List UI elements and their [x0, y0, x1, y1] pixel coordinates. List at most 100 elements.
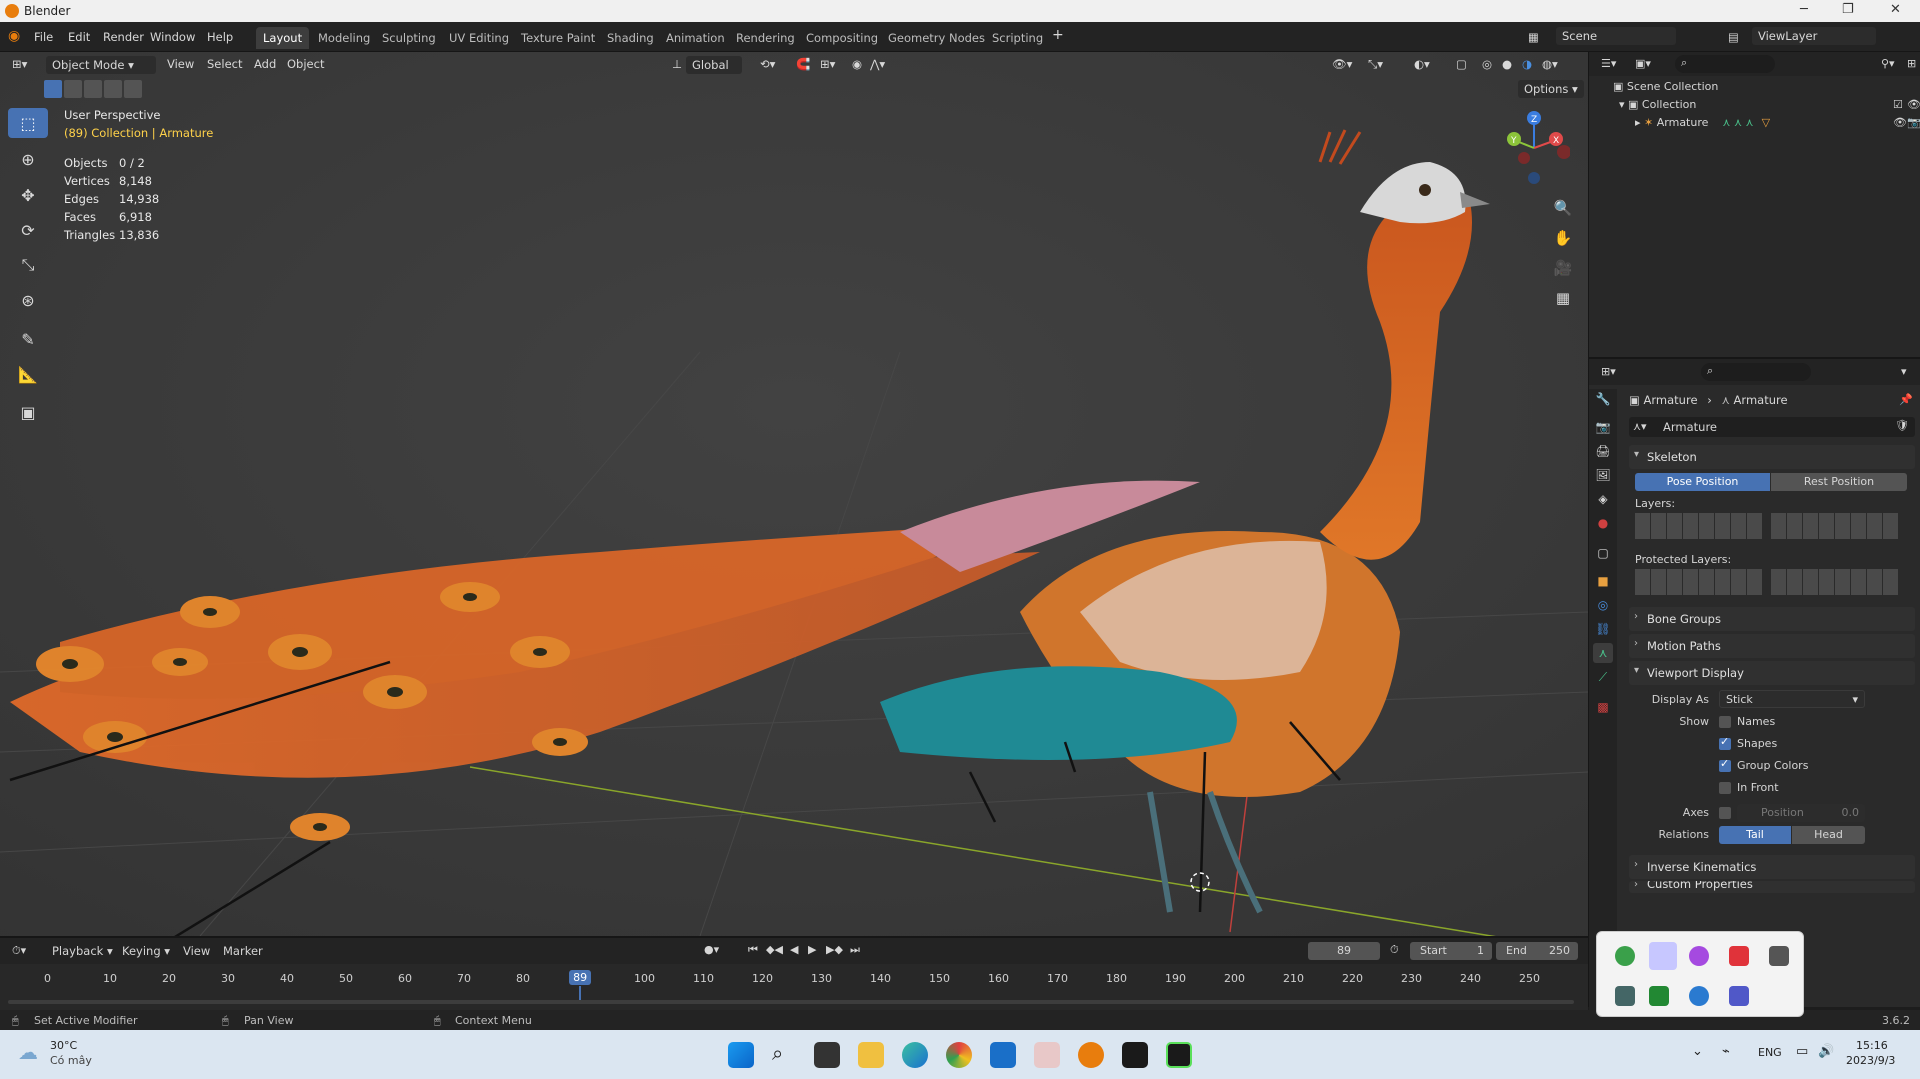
inverse-kinematics-panel-header[interactable]: › Inverse Kinematics [1629, 855, 1915, 879]
camera-view-icon[interactable]: 🎥 [1551, 256, 1575, 280]
outliner-editor-icon[interactable]: ☰▾ [1601, 57, 1616, 70]
3d-viewport[interactable]: ⬚ ⊕ ✥ ⟳ ⤡ ⊛ ✎ 📐 ▣ User Perspective (89) … [0, 52, 1588, 936]
timeline-ruler[interactable]: 0 10 20 30 40 50 60 70 80 89 100 110 120 130 140 150 160… [0, 938, 1588, 1002]
collection-tab-icon[interactable]: ▢ [1593, 543, 1613, 563]
menu-edit[interactable]: Edit [68, 30, 90, 44]
menu-help[interactable]: Help [207, 30, 233, 44]
outliner-collection[interactable]: ▾ ▣ Collection [1619, 98, 1696, 111]
tab-layout[interactable]: Layout [256, 27, 310, 49]
shading-wireframe-icon[interactable]: ◎ [1482, 57, 1492, 71]
axes-checkbox[interactable] [1719, 807, 1731, 819]
search-icon[interactable]: ⌕ [772, 1041, 783, 1065]
bone-tab-icon[interactable]: ⟋ [1593, 667, 1613, 687]
orientation-dropdown[interactable]: Global [686, 56, 742, 74]
menu-render[interactable]: Render [103, 30, 144, 44]
close-icon[interactable]: ✕ [1890, 2, 1901, 17]
layers-grid[interactable] [1635, 513, 1763, 539]
relations-head-button[interactable]: Head [1792, 826, 1865, 844]
armature-data-icon[interactable]: ⋏ ⋏ ⋏ [1722, 116, 1753, 129]
armature-datablock[interactable]: ⋏▾ Armature 🛡 [1629, 417, 1915, 437]
shading-rendered-icon[interactable]: ◍▾ [1542, 57, 1558, 71]
properties-editor-icon[interactable]: ⊞▾ [1601, 365, 1616, 378]
layers-grid-2[interactable] [1771, 513, 1899, 539]
collection-checkbox-icon[interactable]: ☑ [1893, 98, 1903, 111]
network-icon[interactable]: ⌁ [1722, 1044, 1730, 1059]
blender-menu-icon[interactable]: ◉ [8, 28, 20, 44]
select-mode-intersect-icon[interactable] [124, 80, 142, 98]
start-icon[interactable] [728, 1042, 754, 1068]
shapes-checkbox[interactable] [1719, 735, 1731, 750]
file-explorer-icon[interactable] [858, 1042, 884, 1068]
axes-position-field[interactable]: Position 0.0 [1737, 804, 1865, 822]
add-cube-tool-icon[interactable]: ▣ [8, 397, 48, 427]
select-mode-difference-icon[interactable] [104, 80, 122, 98]
visibility-icon[interactable]: 👁▾ [1332, 57, 1352, 71]
menu-window[interactable]: Window [150, 30, 195, 44]
select-mode-set-icon[interactable] [44, 80, 62, 98]
tray-app-1-icon[interactable] [1615, 946, 1635, 966]
properties-search-input[interactable]: ⌕ [1701, 363, 1811, 381]
display-icon[interactable]: ▭ [1796, 1044, 1808, 1059]
options-dropdown[interactable]: Options ▾ [1518, 80, 1584, 98]
tab-rendering[interactable]: Rendering [729, 27, 802, 49]
constraints-tab-icon[interactable]: ⛓ [1593, 619, 1613, 639]
expand-armature-icon[interactable]: ▸ [1635, 116, 1644, 129]
tray-app-3-icon[interactable] [1689, 946, 1709, 966]
snap-icon[interactable]: 🧲 [796, 57, 810, 71]
select-mode-extend-icon[interactable] [64, 80, 82, 98]
viewport-menu-view[interactable]: View [167, 57, 194, 71]
zoom-icon[interactable]: 🔍 [1551, 196, 1575, 220]
scene-selector[interactable]: Scene [1556, 27, 1676, 45]
cursor-tool-icon[interactable]: ⊕ [8, 144, 48, 174]
language-indicator[interactable]: ENG [1758, 1046, 1782, 1059]
names-checkbox[interactable] [1719, 716, 1731, 728]
tray-app-4-icon[interactable] [1729, 946, 1749, 966]
armature-data-tab-icon[interactable]: ⋏ [1593, 643, 1613, 663]
edge-icon[interactable] [902, 1042, 928, 1068]
object-mode-dropdown[interactable]: Object Mode ▾ [46, 56, 156, 74]
store-icon[interactable] [990, 1042, 1016, 1068]
tab-modeling[interactable]: Modeling [311, 27, 377, 49]
scene-tab-icon[interactable]: ◈ [1593, 489, 1613, 509]
menu-file[interactable]: File [34, 30, 53, 44]
chrome-icon[interactable] [946, 1042, 972, 1068]
rest-position-button[interactable]: Rest Position [1771, 473, 1907, 491]
group-colors-checkbox[interactable] [1719, 757, 1731, 772]
properties-options-icon[interactable]: ▾ [1901, 365, 1907, 378]
display-mode-icon[interactable]: ▣▾ [1635, 57, 1651, 70]
overlays-icon[interactable]: ◐▾ [1414, 57, 1430, 71]
protected-layers-grid[interactable] [1635, 569, 1763, 595]
scale-tool-icon[interactable]: ⤡ [8, 250, 48, 280]
minimize-icon[interactable]: ─ [1800, 2, 1808, 17]
outliner-search-input[interactable]: ⌕ [1675, 55, 1775, 73]
pivot-icon[interactable]: ⟲▾ [760, 57, 775, 71]
tray-pen-icon[interactable] [1649, 942, 1677, 970]
relations-tail-button[interactable]: Tail [1719, 826, 1791, 844]
output-tab-icon[interactable]: 🖨 [1593, 441, 1613, 461]
falloff-icon[interactable]: ⋀▾ [870, 57, 885, 71]
tab-animation[interactable]: Animation [659, 27, 732, 49]
blender-window-icon[interactable] [1166, 1042, 1192, 1068]
navigation-gizmo[interactable]: Z X Y [1500, 108, 1570, 188]
bone-groups-panel-header[interactable]: › Bone Groups [1629, 607, 1915, 631]
render-tab-icon[interactable]: 📷 [1593, 417, 1613, 437]
view-layer-tab-icon[interactable]: 🖼 [1593, 465, 1613, 485]
texture-tab-icon[interactable]: ▩ [1593, 697, 1613, 717]
tab-compositing[interactable]: Compositing [799, 27, 885, 49]
object-tab-icon[interactable]: ■ [1593, 571, 1613, 591]
tray-chevron-icon[interactable]: ⌄ [1692, 1044, 1703, 1059]
pan-hand-icon[interactable]: ✋ [1551, 226, 1575, 250]
xray-icon[interactable]: ▢ [1456, 57, 1467, 71]
in-front-checkbox[interactable] [1719, 782, 1731, 794]
tray-app-8-icon[interactable] [1689, 986, 1709, 1006]
expand-collection-icon[interactable]: ▾ [1619, 98, 1628, 111]
skeleton-panel-header[interactable]: ▾ Skeleton [1629, 445, 1915, 469]
measure-tool-icon[interactable]: 📐 [8, 359, 48, 389]
view-layer-selector[interactable]: ViewLayer [1752, 27, 1876, 45]
transform-tool-icon[interactable]: ⊛ [8, 285, 48, 315]
filter-icon[interactable]: ⚲▾ [1881, 57, 1895, 70]
pose-position-button[interactable]: Pose Position [1635, 473, 1770, 491]
weather-icon[interactable]: ☁ [18, 1040, 38, 1064]
tray-app-5-icon[interactable] [1769, 946, 1789, 966]
app-icon[interactable] [1034, 1042, 1060, 1068]
